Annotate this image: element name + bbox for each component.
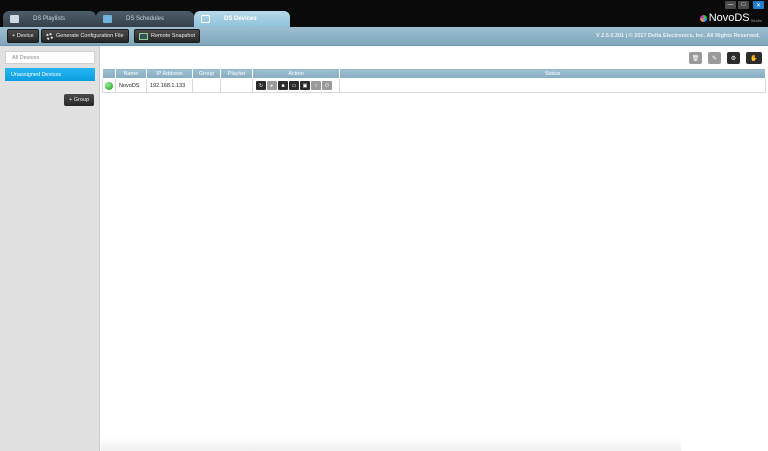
device-name-cell: NovoDS bbox=[115, 78, 147, 93]
column-header-action: Action bbox=[252, 68, 340, 79]
maximize-button[interactable]: □ bbox=[738, 1, 749, 9]
status-cell bbox=[102, 78, 116, 93]
hand-icon[interactable]: ✋ bbox=[746, 52, 762, 64]
device-playlist-cell bbox=[220, 78, 253, 93]
column-header-name[interactable]: Name bbox=[115, 68, 147, 79]
tab-ds-playlists[interactable]: DS Playlists bbox=[3, 11, 96, 27]
version-text: V 2.5.0.301 | © 2017 Delta Electronics, … bbox=[595, 33, 760, 39]
monitor-icon[interactable]: ▭ bbox=[289, 81, 299, 90]
sidebar-item-unassigned-devices[interactable]: Unassigned Devices bbox=[5, 68, 95, 81]
generate-config-label: Generate Configuration File bbox=[56, 33, 124, 39]
add-group-label: + Group bbox=[68, 97, 90, 103]
devices-table: Name IP Address Group Playlist Action St… bbox=[102, 68, 766, 93]
logo-subtext: Studio bbox=[750, 18, 762, 23]
sidebar-item-label: Unassigned Devices bbox=[11, 71, 62, 78]
title-bar: DS Playlists DS Schedules DS Devices — □… bbox=[0, 0, 768, 27]
logo-mark-icon bbox=[699, 14, 707, 22]
playlist-icon bbox=[10, 15, 19, 23]
column-header-group[interactable]: Group bbox=[192, 68, 221, 79]
snapshot-icon[interactable]: ▣ bbox=[300, 81, 310, 90]
play-icon[interactable]: ▸ bbox=[267, 81, 277, 90]
sidebar-item-label: All Devices bbox=[12, 54, 40, 61]
sidebar: All Devices Unassigned Devices + Group bbox=[0, 46, 100, 451]
column-header-status-dot bbox=[102, 68, 116, 79]
devices-icon bbox=[201, 15, 210, 23]
power-icon[interactable]: ⏻ bbox=[322, 81, 332, 90]
add-device-label: + Device bbox=[12, 33, 34, 39]
tab-ds-devices[interactable]: DS Devices bbox=[194, 11, 290, 27]
bottom-shadow bbox=[101, 438, 681, 451]
sidebar-item-all-devices[interactable]: All Devices bbox=[5, 51, 95, 64]
toolbar: + Device Generate Configuration File Rem… bbox=[0, 27, 768, 46]
generate-config-button[interactable]: Generate Configuration File bbox=[41, 29, 129, 43]
gear-icon bbox=[46, 32, 53, 40]
tab-label: DS Playlists bbox=[33, 16, 66, 22]
info-icon[interactable]: i bbox=[311, 81, 321, 90]
device-ip-cell: 192.168.1.133 bbox=[146, 78, 193, 93]
table-header: Name IP Address Group Playlist Action St… bbox=[102, 68, 766, 79]
tab-label: DS Devices bbox=[224, 16, 257, 22]
device-group-cell bbox=[192, 78, 221, 93]
snapshot-icon bbox=[139, 32, 148, 40]
column-header-status[interactable]: Status bbox=[339, 68, 766, 79]
schedule-icon bbox=[103, 15, 112, 23]
column-header-ip[interactable]: IP Address bbox=[146, 68, 193, 79]
stop-icon[interactable]: ■ bbox=[278, 81, 288, 90]
settings-icon[interactable]: ⚙ bbox=[727, 52, 740, 64]
remote-snapshot-button[interactable]: Remote Snapshot bbox=[134, 29, 201, 43]
sync-icon[interactable]: ↻ bbox=[256, 81, 266, 90]
close-button[interactable]: ✕ bbox=[753, 1, 764, 9]
column-header-playlist[interactable]: Playlist bbox=[220, 68, 253, 79]
device-status-cell bbox=[339, 78, 766, 93]
action-cell: ↻ ▸ ■ ▭ ▣ i ⏻ bbox=[252, 78, 340, 93]
add-group-button[interactable]: + Group bbox=[64, 94, 94, 106]
trash-icon[interactable]: 🗑 bbox=[689, 52, 702, 64]
minimize-button[interactable]: — bbox=[725, 1, 736, 9]
online-status-icon bbox=[105, 81, 113, 90]
wrench-icon[interactable]: ✎ bbox=[708, 52, 721, 64]
table-row[interactable]: NovoDS 192.168.1.133 ↻ ▸ ■ ▭ ▣ i ⏻ bbox=[102, 78, 766, 93]
add-device-button[interactable]: + Device bbox=[7, 29, 39, 43]
remote-snapshot-label: Remote Snapshot bbox=[151, 33, 196, 39]
logo-text: NovoDS bbox=[708, 12, 750, 24]
tab-label: DS Schedules bbox=[126, 16, 165, 22]
novods-logo: NovoDS Studio bbox=[699, 12, 762, 24]
tab-ds-schedules[interactable]: DS Schedules bbox=[96, 11, 194, 27]
